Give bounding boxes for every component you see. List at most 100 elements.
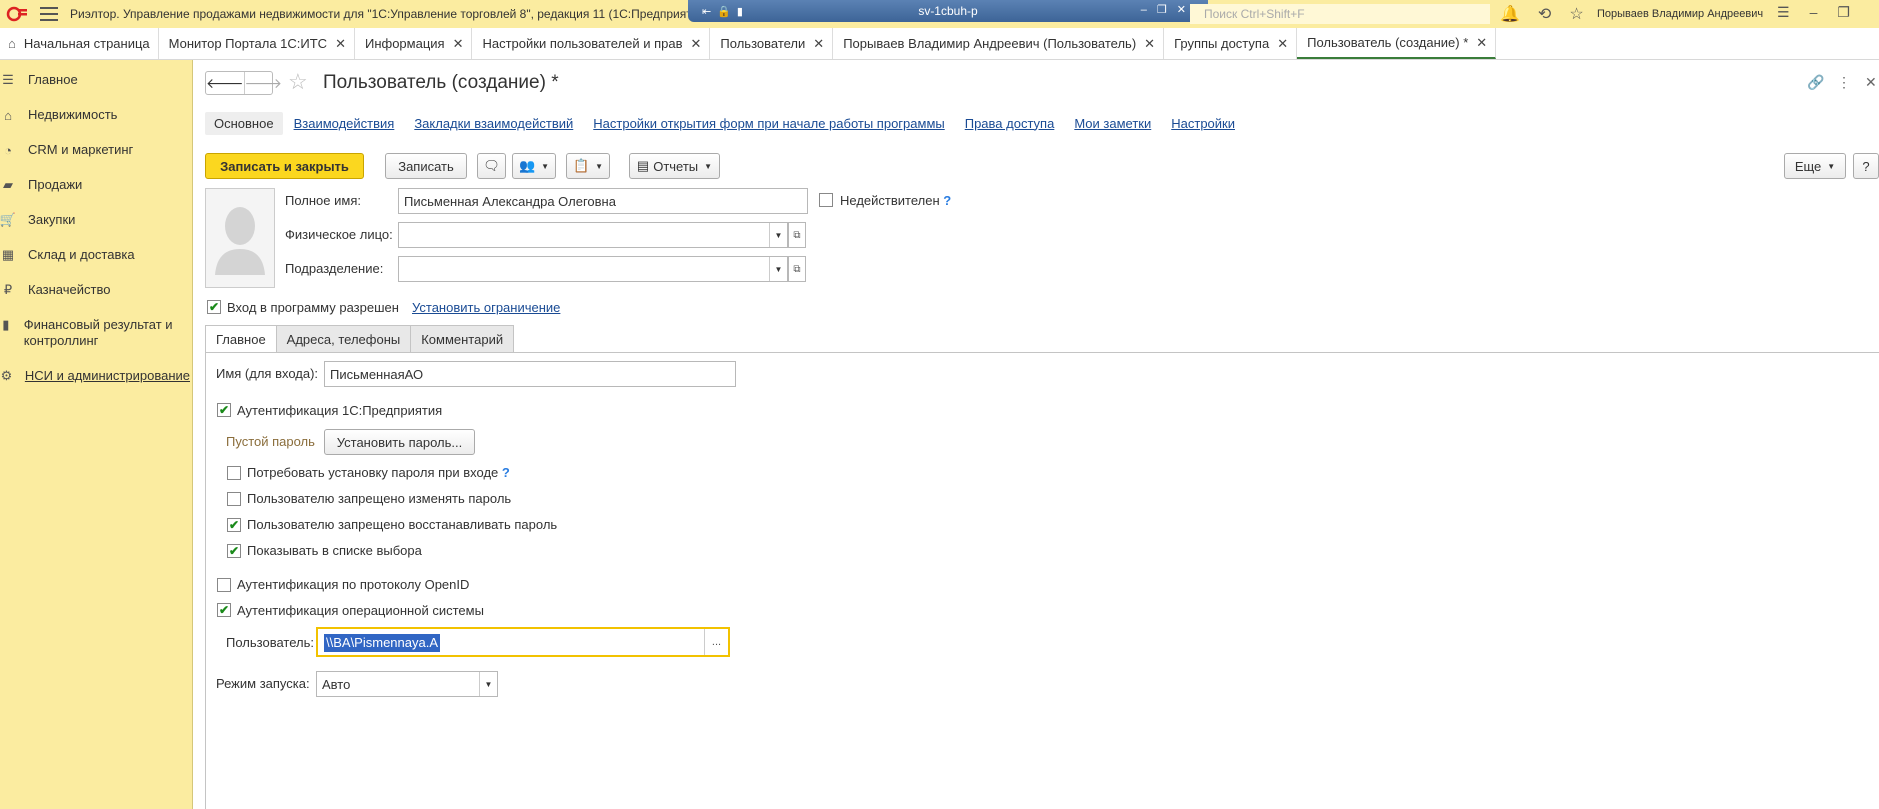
chevron-down-icon[interactable]: ▼	[769, 223, 787, 247]
close-icon[interactable]: ✕	[453, 36, 464, 52]
os-user-field[interactable]: \\BA\Pismennaya.A ...	[316, 627, 730, 657]
require-password-text: Потребовать установку пароля при входе	[247, 465, 499, 480]
invalid-checkbox[interactable]	[819, 193, 833, 207]
save-and-close-button[interactable]: Записать и закрыть	[205, 153, 364, 179]
global-search-input[interactable]: Поиск Ctrl+Shift+F	[1190, 4, 1490, 24]
section-interaction-bookmarks[interactable]: Закладки взаимодействий	[414, 116, 573, 131]
favorite-star-icon[interactable]: ☆	[288, 71, 308, 93]
sidebar-item-label: Главное	[28, 72, 78, 87]
require-password-checkbox[interactable]	[227, 466, 241, 480]
select-ellipsis-icon[interactable]: ...	[704, 629, 728, 655]
forbid-change-checkbox[interactable]	[227, 492, 241, 506]
section-startup-forms[interactable]: Настройки открытия форм при начале работ…	[593, 116, 944, 131]
house-icon: ⌂	[4, 107, 12, 123]
tab-home[interactable]: ⌂ Начальная страница	[0, 28, 159, 59]
tab-comment[interactable]: Комментарий	[410, 325, 515, 352]
briefcase-icon: ▰	[3, 177, 13, 192]
tab-label: Начальная страница	[23, 36, 150, 51]
bell-icon[interactable]: 🔔	[1500, 4, 1520, 24]
close-icon[interactable]: ✕	[1476, 35, 1487, 51]
auth-1c-checkbox[interactable]: ✔	[217, 403, 231, 417]
save-button[interactable]: Записать	[385, 153, 467, 179]
section-my-notes[interactable]: Мои заметки	[1074, 116, 1151, 131]
section-settings[interactable]: Настройки	[1171, 116, 1235, 131]
sidebar-item-admin[interactable]: ⚙ НСИ и администрирование	[0, 368, 190, 384]
link-icon[interactable]: 🔗	[1807, 74, 1824, 91]
department-field[interactable]: ▼	[398, 256, 788, 282]
full-name-field[interactable]: Письменная Александра Олеговна	[398, 188, 808, 214]
tab-main[interactable]: Главное	[205, 325, 277, 353]
section-interactions[interactable]: Взаимодействия	[294, 116, 395, 131]
open-department-icon[interactable]: ⧉	[788, 256, 806, 282]
individual-field[interactable]: ▼	[398, 222, 788, 248]
user-photo[interactable]	[205, 188, 275, 288]
show-in-list-checkbox[interactable]: ✔	[227, 544, 241, 558]
close-icon[interactable]: ✕	[335, 36, 346, 52]
tab-user-create[interactable]: Пользователь (создание) * ✕	[1297, 28, 1497, 59]
tab-its-monitor[interactable]: Монитор Портала 1С:ИТС ✕	[159, 28, 355, 59]
sections-sidebar: ☰ Главное ⌂ Недвижимость ◔ CRM и маркетинг …	[0, 60, 193, 809]
minimize-icon[interactable]: –	[1810, 4, 1818, 21]
current-user-name[interactable]: Порываев Владимир Андреевич	[1597, 8, 1763, 20]
main-menu-icon[interactable]	[40, 7, 58, 21]
section-access-rights[interactable]: Права доступа	[965, 116, 1055, 131]
tab-access-groups[interactable]: Группы доступа ✕	[1164, 28, 1298, 59]
cart-icon: 🛒	[0, 212, 17, 227]
tab-user-poryvaev[interactable]: Порываев Владимир Андреевич (Пользовател…	[833, 28, 1165, 59]
sidebar-item-main[interactable]: ☰ Главное	[0, 72, 78, 88]
launch-mode-select[interactable]: Авто ▼	[316, 671, 498, 697]
sidebar-item-realty[interactable]: ⌂ Недвижимость	[0, 107, 117, 123]
forward-arrow-icon[interactable]: 🡒	[243, 72, 282, 94]
tab-label: Информация	[364, 36, 445, 51]
open-individual-icon[interactable]: ⧉	[788, 222, 806, 248]
open-windows-tabs: ⌂ Начальная страница Монитор Портала 1С:…	[0, 28, 1879, 60]
tab-user-settings[interactable]: Настройки пользователей и прав ✕	[472, 28, 711, 59]
show-in-list-label: Показывать в списке выбора	[247, 543, 422, 558]
os-auth-checkbox[interactable]: ✔	[217, 603, 231, 617]
forbid-restore-checkbox[interactable]: ✔	[227, 518, 241, 532]
set-restriction-link[interactable]: Установить ограничение	[412, 300, 560, 315]
user-form-window: 🡐 🡒 ☆ Пользователь (создание) * 🔗 ⋮ ✕ Ос…	[194, 60, 1879, 809]
openid-checkbox[interactable]	[217, 578, 231, 592]
remote-desktop-bar: ⇤🔒▮ sv-1cbuh-p –❐✕	[688, 0, 1208, 22]
close-icon[interactable]: ✕	[1277, 36, 1288, 52]
launch-mode-label: Режим запуска:	[216, 676, 310, 691]
back-arrow-icon[interactable]: 🡐	[206, 72, 244, 94]
close-icon[interactable]: ✕	[1144, 36, 1155, 52]
close-icon[interactable]: ✕	[691, 36, 702, 52]
more-button[interactable]: Еще ▼	[1784, 153, 1846, 179]
help-question-icon[interactable]: ?	[943, 193, 951, 208]
users-group-icon[interactable]: 👥 ▼	[512, 153, 556, 179]
sidebar-item-finance[interactable]: ▮ Финансовый результат и контроллинг	[0, 317, 190, 349]
create-based-on-icon[interactable]: 📋 ▼	[566, 153, 610, 179]
tab-label: Пользователь (создание) *	[1307, 35, 1469, 50]
tab-users[interactable]: Пользователи ✕	[710, 28, 834, 59]
sidebar-item-warehouse[interactable]: ▦ Склад и доставка	[0, 247, 135, 263]
login-allowed-checkbox[interactable]: ✔	[207, 300, 221, 314]
sidebar-item-treasury[interactable]: ₽ Казначейство	[0, 282, 111, 298]
login-name-field[interactable]: ПисьменнаяАО	[324, 361, 736, 387]
chevron-down-icon[interactable]: ▼	[769, 257, 787, 281]
tab-divider	[205, 352, 1879, 353]
close-icon[interactable]: ✕	[813, 36, 824, 52]
favorites-star-icon[interactable]: ☆	[1569, 4, 1583, 24]
rdp-window-controls[interactable]: –❐✕	[1141, 3, 1196, 16]
reports-button[interactable]: ▤ Отчеты ▼	[629, 153, 720, 179]
login-allowed-label: Вход в программу разрешен	[227, 300, 399, 315]
sidebar-item-purchases[interactable]: 🛒 Закупки	[0, 212, 75, 228]
sidebar-item-crm[interactable]: ◔ CRM и маркетинг	[0, 142, 133, 158]
help-button[interactable]: ?	[1853, 153, 1879, 179]
tab-addresses-phones[interactable]: Адреса, телефоны	[275, 325, 412, 352]
settings-menu-icon[interactable]: ☰	[1777, 4, 1790, 21]
restore-icon[interactable]: ❐	[1837, 4, 1850, 21]
help-question-icon[interactable]: ?	[502, 465, 510, 480]
close-form-icon[interactable]: ✕	[1865, 74, 1877, 91]
set-password-button[interactable]: Установить пароль...	[324, 429, 475, 455]
tab-information[interactable]: Информация ✕	[355, 28, 473, 59]
more-vertical-icon[interactable]: ⋮	[1837, 74, 1851, 91]
section-main[interactable]: Основное	[205, 111, 283, 135]
sidebar-item-sales[interactable]: ▰ Продажи	[0, 177, 82, 193]
history-icon[interactable]: ⟲	[1538, 4, 1551, 24]
comment-icon[interactable]: 🗨	[477, 153, 506, 179]
chevron-down-icon[interactable]: ▼	[479, 672, 497, 696]
